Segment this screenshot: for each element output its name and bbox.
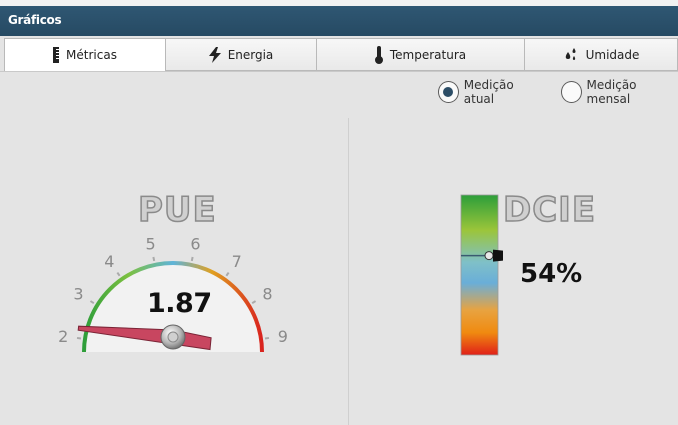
window-title: Gráficos (8, 13, 62, 27)
pue-title: PUE (137, 189, 217, 231)
gauge-tick-label: 7 (232, 252, 242, 271)
gauge-tick (116, 271, 121, 277)
lightning-icon (208, 46, 221, 63)
gauge-tick-label: 8 (262, 285, 272, 304)
dcie-value: 54% (520, 259, 583, 289)
radio-circle[interactable] (438, 81, 459, 103)
tab-umidade[interactable]: Umidade (525, 38, 678, 71)
tab-label: Umidade (585, 47, 640, 62)
gauge-tick-label: 9 (278, 327, 288, 346)
thermometer-icon (374, 45, 383, 64)
measurement-options: Medição atual Medição mensal (438, 78, 678, 106)
gauge-tick-label: 6 (190, 234, 200, 253)
tab-label: Energia (227, 47, 274, 62)
tab-label: Métricas (66, 48, 117, 62)
gauge-tick-label: 3 (73, 285, 83, 304)
gauge-tick (225, 271, 230, 277)
tab-metricas[interactable]: Métricas (4, 38, 166, 72)
radio-circle[interactable] (560, 81, 582, 103)
gauge-tick (76, 336, 82, 340)
gauge-tick (152, 256, 156, 262)
gauge-hub-center (167, 331, 179, 343)
gauge-tick (190, 256, 194, 262)
window-titlebar: Gráficos (0, 0, 678, 36)
radio-current-measurement[interactable]: Medição atual (438, 78, 543, 106)
tab-bar: Métricas Energia Temperatura Umidade (4, 38, 678, 72)
gauge-tick-label: 5 (145, 234, 155, 253)
dcie-bar (460, 194, 503, 356)
tab-temperatura[interactable]: Temperatura (317, 38, 525, 71)
droplets-icon (563, 47, 579, 63)
dcie-title: DCIE (502, 189, 597, 231)
gauge-tick (264, 336, 270, 340)
gauge-tick (251, 300, 257, 305)
tab-label: Temperatura (389, 47, 467, 62)
radio-label: Medição atual (463, 78, 514, 106)
dcie-bar-fill (460, 194, 499, 356)
gauge-tick-label: 2 (58, 327, 68, 346)
gauge-tick-label: 4 (104, 252, 114, 271)
radio-label: Medição mensal (586, 78, 637, 106)
tab-underline (0, 71, 678, 72)
tab-energia[interactable]: Energia (166, 38, 317, 71)
radio-dot (443, 87, 454, 97)
gauge-tick (89, 300, 95, 305)
radio-monthly-measurement[interactable]: Medição mensal (560, 78, 678, 106)
ruler-icon (53, 47, 60, 63)
pue-value: 1.87 (147, 288, 212, 319)
panel-divider (348, 118, 349, 425)
